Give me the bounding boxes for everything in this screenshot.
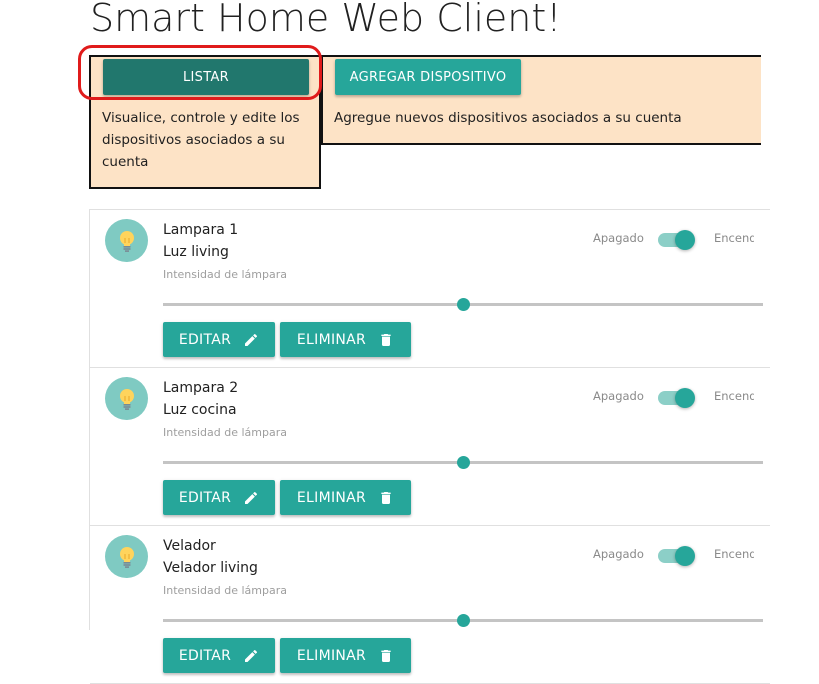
switch-off-label: Apagado <box>593 231 644 245</box>
switch-off-label: Apagado <box>593 389 644 403</box>
delete-label: Eliminar <box>296 489 367 506</box>
intensity-label: Intensidad de lámpara <box>163 584 288 597</box>
device-name: Lampara 1 <box>163 222 239 238</box>
delete-button[interactable]: Eliminar <box>280 638 411 673</box>
lightbulb-icon <box>105 219 148 262</box>
device-item: Lampara 2 Luz cocina Intensidad de lámpa… <box>90 368 770 526</box>
device-room: Velador living <box>163 560 258 576</box>
slider-thumb[interactable] <box>457 298 470 311</box>
edit-label: Editar <box>178 489 232 506</box>
list-devices-card: Listar Visualice, controle y edite los d… <box>89 55 321 189</box>
intensity-slider[interactable] <box>163 614 763 628</box>
device-room: Luz living <box>163 244 229 260</box>
switch-on-label: Encendi <box>714 547 754 561</box>
power-toggle[interactable] <box>658 230 696 250</box>
intensity-slider[interactable] <box>163 456 763 470</box>
device-item: Velador Velador living Intensidad de lám… <box>90 526 770 684</box>
device-name: Lampara 2 <box>163 380 239 396</box>
edit-label: Editar <box>178 647 232 664</box>
device-item: Lampara 1 Luz living Intensidad de lámpa… <box>90 210 770 368</box>
device-room: Luz cocina <box>163 402 237 418</box>
device-name: Velador <box>163 538 216 554</box>
slider-thumb[interactable] <box>457 456 470 469</box>
delete-button[interactable]: Eliminar <box>280 480 411 515</box>
pencil-icon <box>243 332 259 348</box>
list-devices-description: Visualice, controle y edite los disposit… <box>102 110 300 170</box>
page-title: Smart Home Web Client! <box>90 0 562 40</box>
trash-icon <box>378 648 394 664</box>
intensity-label: Intensidad de lámpara <box>163 426 288 439</box>
trash-icon <box>378 490 394 506</box>
edit-button[interactable]: Editar <box>163 638 275 673</box>
delete-button[interactable]: Eliminar <box>280 322 411 357</box>
intensity-slider[interactable] <box>163 298 763 312</box>
add-device-card: Agregar dispositivo Agregue nuevos dispo… <box>321 55 761 145</box>
edit-label: Editar <box>178 331 232 348</box>
edit-button[interactable]: Editar <box>163 322 275 357</box>
pencil-icon <box>243 490 259 506</box>
listar-button[interactable]: Listar <box>103 59 309 95</box>
delete-label: Eliminar <box>296 647 367 664</box>
add-device-button[interactable]: Agregar dispositivo <box>335 59 521 95</box>
intensity-label: Intensidad de lámpara <box>163 268 288 281</box>
trash-icon <box>378 332 394 348</box>
lightbulb-icon <box>105 377 148 420</box>
power-toggle[interactable] <box>658 546 696 566</box>
add-device-description: Agregue nuevos dispositivos asociados a … <box>334 110 682 126</box>
slider-thumb[interactable] <box>457 614 470 627</box>
lightbulb-icon <box>105 535 148 578</box>
device-list: Lampara 1 Luz living Intensidad de lámpa… <box>89 209 770 684</box>
switch-on-label: Encendi <box>714 231 754 245</box>
delete-label: Eliminar <box>296 331 367 348</box>
power-toggle[interactable] <box>658 388 696 408</box>
switch-on-label: Encendi <box>714 389 754 403</box>
switch-off-label: Apagado <box>593 547 644 561</box>
pencil-icon <box>243 648 259 664</box>
edit-button[interactable]: Editar <box>163 480 275 515</box>
